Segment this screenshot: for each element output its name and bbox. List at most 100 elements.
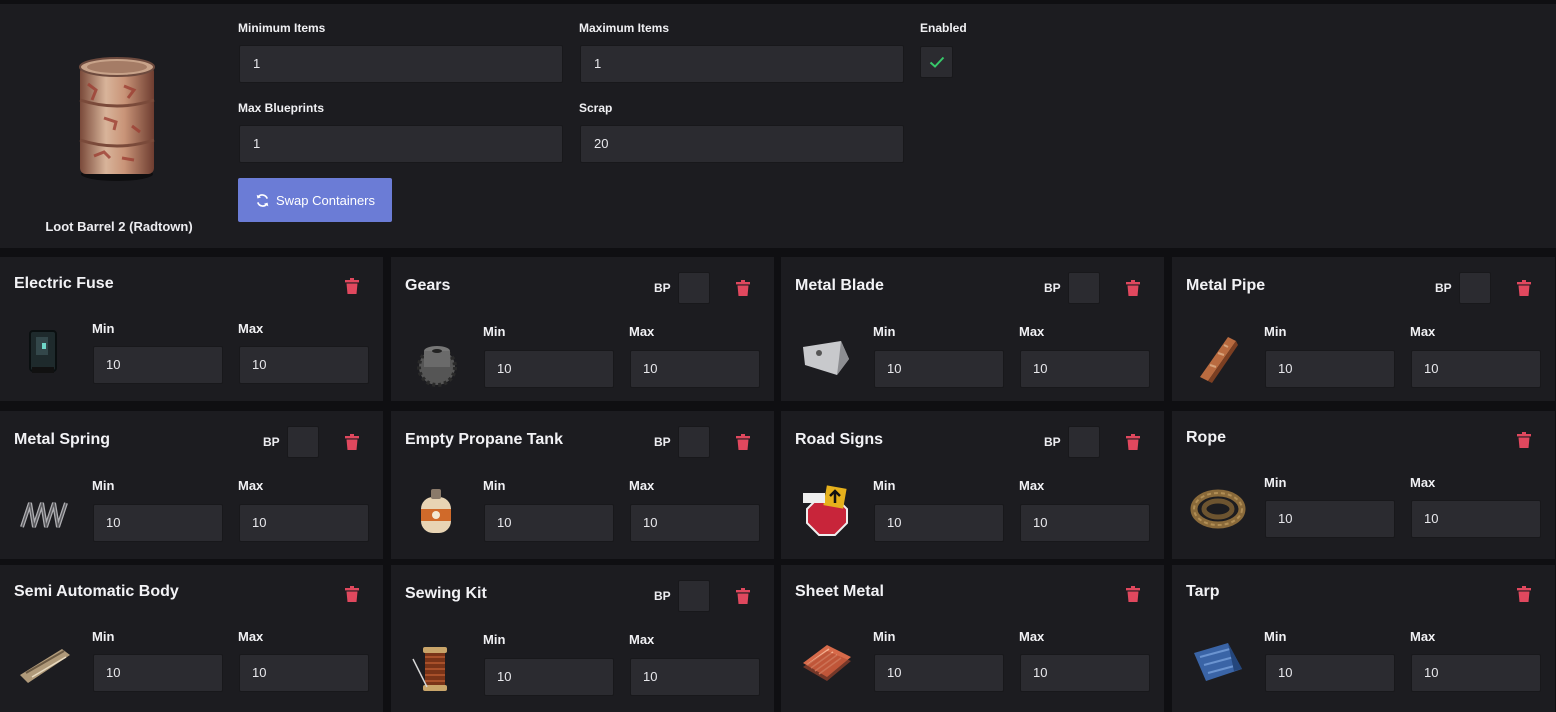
min-label: Min <box>1264 629 1287 644</box>
min-input[interactable]: 10 <box>874 350 1004 388</box>
trash-icon[interactable] <box>1126 434 1140 450</box>
bp-label: BP <box>1435 281 1452 295</box>
min-input[interactable]: 10 <box>1265 654 1395 692</box>
max-label: Max <box>1019 324 1045 339</box>
tarp-icon <box>1194 643 1242 681</box>
min-label: Min <box>92 629 115 644</box>
max-input[interactable]: 10 <box>239 504 369 542</box>
metal-spring-icon <box>20 502 68 528</box>
item-card: Metal Spring BP Min 10 Max 10 <box>0 411 383 559</box>
max-input[interactable]: 10 <box>239 654 369 692</box>
max-input[interactable]: 10 <box>630 504 760 542</box>
trash-icon[interactable] <box>1517 586 1531 602</box>
trash-icon[interactable] <box>1517 432 1531 448</box>
loot-barrel-image <box>79 57 155 181</box>
item-card: Gears BP Min 10 Max 10 <box>391 257 774 401</box>
item-name: Tarp <box>1186 583 1220 600</box>
trash-icon[interactable] <box>736 588 750 604</box>
trash-icon[interactable] <box>736 280 750 296</box>
bp-label: BP <box>654 589 671 603</box>
check-icon <box>929 56 944 68</box>
max-input[interactable]: 10 <box>630 350 760 388</box>
min-input[interactable]: 10 <box>484 350 614 388</box>
gears-icon <box>417 346 457 387</box>
container-settings-panel: Loot Barrel 2 (Radtown) Minimum Items 1 … <box>0 4 1556 248</box>
max-input[interactable]: 10 <box>630 658 760 696</box>
item-card: Electric Fuse Min 10 Max 10 <box>0 257 383 401</box>
item-name: Empty Propane Tank <box>405 431 563 448</box>
bp-checkbox[interactable] <box>678 580 710 612</box>
bp-checkbox[interactable] <box>1459 272 1491 304</box>
max-input[interactable]: 10 <box>239 346 369 384</box>
item-card: Metal Blade BP Min 10 Max 10 <box>781 257 1164 401</box>
semi-auto-body-icon <box>20 649 70 683</box>
rope-icon <box>1190 489 1246 529</box>
min-label: Min <box>1264 475 1287 490</box>
trash-icon[interactable] <box>736 434 750 450</box>
min-input[interactable]: 10 <box>484 658 614 696</box>
metal-blade-icon <box>803 341 849 375</box>
min-items-input[interactable]: 1 <box>239 45 563 83</box>
min-label: Min <box>483 632 506 647</box>
bp-label: BP <box>654 281 671 295</box>
max-items-label: Maximum Items <box>579 21 670 35</box>
max-input[interactable]: 10 <box>1411 350 1541 388</box>
bp-checkbox[interactable] <box>1068 272 1100 304</box>
item-card: Empty Propane Tank BP Min 10 Max 10 <box>391 411 774 559</box>
item-card: Sheet Metal Min 10 Max 10 <box>781 565 1164 712</box>
max-label: Max <box>629 324 655 339</box>
item-name: Metal Blade <box>795 277 884 294</box>
max-items-input[interactable]: 1 <box>580 45 904 83</box>
metal-pipe-icon <box>1200 337 1238 383</box>
item-name: Semi Automatic Body <box>14 583 179 600</box>
container-name: Loot Barrel 2 (Radtown) <box>45 219 193 234</box>
trash-icon[interactable] <box>1517 280 1531 296</box>
item-card: Sewing Kit BP Min 10 Max 10 <box>391 565 774 712</box>
trash-icon[interactable] <box>1126 280 1140 296</box>
trash-icon[interactable] <box>345 434 359 450</box>
max-input[interactable]: 10 <box>1020 504 1150 542</box>
min-input[interactable]: 10 <box>1265 350 1395 388</box>
swap-containers-button[interactable]: Swap Containers <box>238 178 392 222</box>
bp-checkbox[interactable] <box>1068 426 1100 458</box>
bp-label: BP <box>1044 281 1061 295</box>
bp-checkbox[interactable] <box>678 426 710 458</box>
max-label: Max <box>238 629 264 644</box>
bp-label: BP <box>1044 435 1061 449</box>
min-label: Min <box>873 324 896 339</box>
min-label: Min <box>873 629 896 644</box>
swap-containers-label: Swap Containers <box>276 192 375 208</box>
min-input[interactable]: 10 <box>93 504 223 542</box>
min-input[interactable]: 10 <box>874 654 1004 692</box>
trash-icon[interactable] <box>345 586 359 602</box>
trash-icon[interactable] <box>345 278 359 294</box>
refresh-icon <box>256 193 269 207</box>
max-blueprints-input[interactable]: 1 <box>239 125 563 163</box>
max-input[interactable]: 10 <box>1020 654 1150 692</box>
min-label: Min <box>483 324 506 339</box>
item-name: Road Signs <box>795 431 884 448</box>
min-input[interactable]: 10 <box>93 654 223 692</box>
enabled-checkbox[interactable] <box>920 46 953 78</box>
item-card: Metal Pipe BP Min 10 Max 10 <box>1172 257 1555 401</box>
min-input[interactable]: 10 <box>1265 500 1395 538</box>
min-label: Min <box>483 478 506 493</box>
min-input[interactable]: 10 <box>484 504 614 542</box>
min-label: Min <box>873 478 896 493</box>
trash-icon[interactable] <box>1126 586 1140 602</box>
max-label: Max <box>1019 629 1045 644</box>
bp-checkbox[interactable] <box>287 426 319 458</box>
item-card: Semi Automatic Body Min 10 Max 10 <box>0 565 383 712</box>
min-input[interactable]: 10 <box>93 346 223 384</box>
bp-checkbox[interactable] <box>678 272 710 304</box>
max-input[interactable]: 10 <box>1411 654 1541 692</box>
scrap-input[interactable]: 20 <box>580 125 904 163</box>
max-label: Max <box>1019 478 1045 493</box>
item-name: Metal Spring <box>14 431 111 448</box>
max-input[interactable]: 10 <box>1020 350 1150 388</box>
min-input[interactable]: 10 <box>874 504 1004 542</box>
max-input[interactable]: 10 <box>1411 500 1541 538</box>
max-label: Max <box>629 478 655 493</box>
item-name: Sewing Kit <box>405 585 487 602</box>
road-signs-icon <box>803 485 848 536</box>
